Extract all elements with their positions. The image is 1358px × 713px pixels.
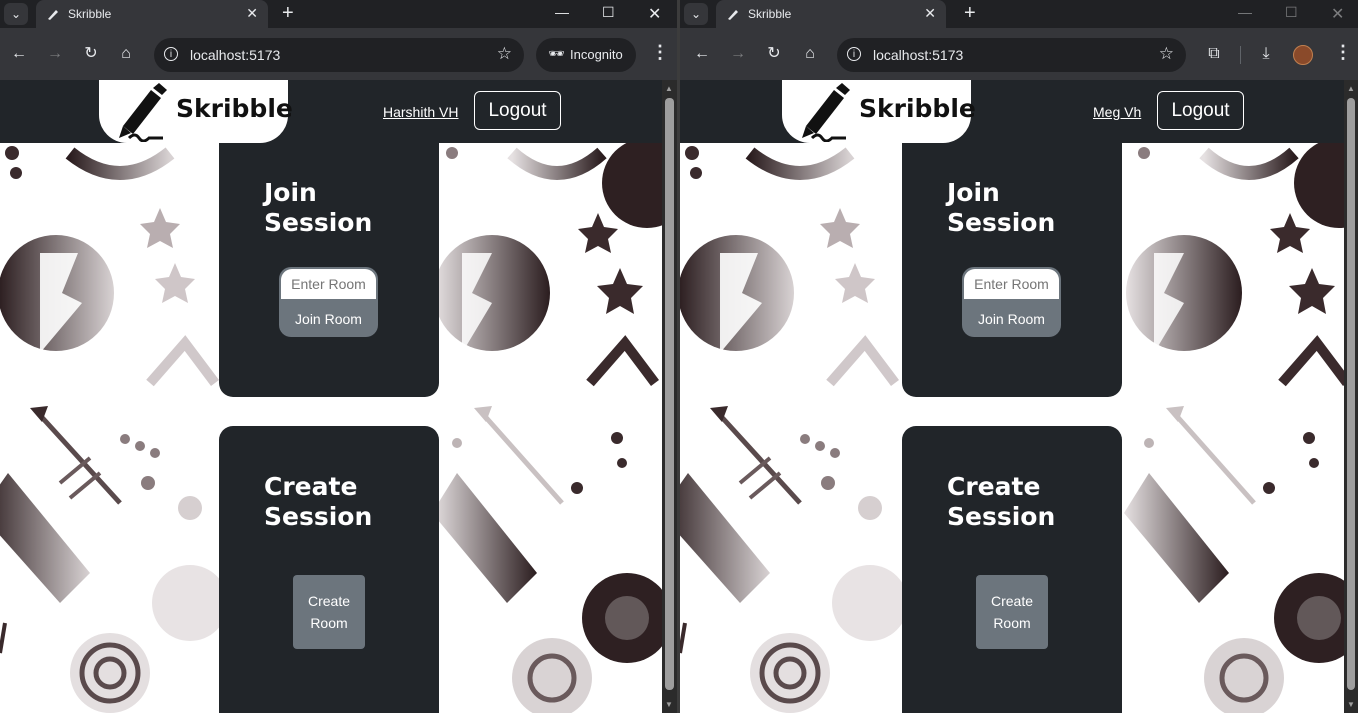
maximize-icon[interactable]: ☐ bbox=[1285, 4, 1298, 21]
tab-bar: ⌄ Skribble ✕ + — ☐ ✕ bbox=[0, 0, 677, 28]
reload-icon[interactable]: ↻ bbox=[764, 44, 784, 64]
room-code-input[interactable] bbox=[964, 269, 1059, 299]
scrollbar-thumb[interactable] bbox=[665, 98, 674, 690]
join-room-group: Join Room bbox=[279, 267, 378, 337]
browser-toolbar: ← → ↻ ⌂ i localhost:5173 ☆ ⧉ ⤓ ⋮ bbox=[680, 28, 1358, 80]
create-title-line1: Create bbox=[947, 472, 1041, 501]
minimize-icon[interactable]: — bbox=[1238, 4, 1252, 20]
scroll-down-icon[interactable]: ▼ bbox=[665, 700, 673, 709]
join-title-line1: Join bbox=[264, 178, 317, 207]
scrollbar-thumb[interactable] bbox=[1347, 98, 1355, 690]
forward-icon[interactable]: → bbox=[45, 44, 65, 64]
create-button-line1: Create bbox=[990, 593, 1034, 609]
tab-title: Skribble bbox=[748, 7, 792, 21]
profile-avatar[interactable] bbox=[1293, 45, 1313, 65]
address-bar[interactable]: i localhost:5173 ☆ bbox=[154, 38, 524, 72]
username-link[interactable]: Harshith VH bbox=[383, 104, 458, 120]
menu-kebab-icon[interactable]: ⋮ bbox=[1334, 42, 1352, 63]
reload-icon[interactable]: ↻ bbox=[81, 44, 101, 64]
tab-skribble[interactable]: Skribble ✕ bbox=[36, 0, 268, 28]
site-info-icon[interactable]: i bbox=[847, 47, 861, 61]
tab-menu-icon[interactable]: ⌄ bbox=[4, 3, 28, 25]
join-room-group: Join Room bbox=[962, 267, 1061, 337]
create-room-button[interactable]: Create Room bbox=[976, 575, 1048, 649]
create-session-title: Create Session bbox=[264, 472, 372, 532]
username-link[interactable]: Meg Vh bbox=[1093, 104, 1141, 120]
tab-menu-icon[interactable]: ⌄ bbox=[684, 3, 708, 25]
create-title-line2: Session bbox=[264, 502, 373, 531]
incognito-badge[interactable]: 🕶 Incognito bbox=[536, 38, 636, 72]
incognito-icon: 🕶 bbox=[548, 46, 565, 61]
scroll-up-icon[interactable]: ▲ bbox=[665, 84, 673, 93]
browser-window-right: ⌄ Skribble ✕ + — ☐ ✕ ← → ↻ ⌂ i localhost… bbox=[680, 0, 1358, 713]
address-bar[interactable]: i localhost:5173 ☆ bbox=[837, 38, 1186, 72]
create-button-line2: Room bbox=[993, 615, 1031, 631]
menu-kebab-icon[interactable]: ⋮ bbox=[651, 42, 669, 63]
pen-logo-icon bbox=[119, 83, 167, 142]
create-session-card: Create Session Create Room bbox=[219, 426, 439, 713]
join-session-title: Join Session bbox=[947, 178, 1055, 238]
bookmark-star-icon[interactable]: ☆ bbox=[497, 44, 512, 64]
site-info-icon[interactable]: i bbox=[164, 47, 178, 61]
url-text: localhost:5173 bbox=[873, 47, 964, 63]
minimize-icon[interactable]: — bbox=[555, 4, 569, 20]
back-icon[interactable]: ← bbox=[9, 44, 29, 64]
scroll-down-icon[interactable]: ▼ bbox=[1347, 700, 1355, 709]
web-page: Skribble Harshith VH Logout Join Session … bbox=[0, 80, 662, 713]
join-room-button[interactable]: Join Room bbox=[962, 301, 1061, 337]
create-session-title: Create Session bbox=[947, 472, 1055, 532]
maximize-icon[interactable]: ☐ bbox=[602, 4, 615, 21]
join-session-card: JoinSession Join Room bbox=[902, 143, 1122, 397]
join-session-card: JoinSession Join Room bbox=[219, 143, 439, 397]
toolbar-separator bbox=[1240, 46, 1241, 64]
brand-name: Skribble bbox=[859, 94, 976, 123]
browser-toolbar: ← → ↻ ⌂ i localhost:5173 ☆ 🕶 Incognito ⋮ bbox=[0, 28, 677, 80]
new-tab-icon[interactable]: + bbox=[282, 2, 294, 25]
page-scrollbar[interactable]: ▲ ▼ bbox=[1344, 80, 1358, 713]
back-icon[interactable]: ← bbox=[692, 44, 712, 64]
close-tab-icon[interactable]: ✕ bbox=[246, 5, 258, 22]
forward-icon[interactable]: → bbox=[728, 44, 748, 64]
room-code-input[interactable] bbox=[281, 269, 376, 299]
browser-window-left: ⌄ Skribble ✕ + — ☐ ✕ ← → ↻ ⌂ i localhost… bbox=[0, 0, 677, 713]
pen-logo-icon bbox=[802, 83, 850, 142]
tab-skribble[interactable]: Skribble ✕ bbox=[716, 0, 946, 28]
brand-logo[interactable]: Skribble bbox=[782, 80, 976, 143]
tab-title: Skribble bbox=[68, 7, 112, 21]
join-title-line2: Session bbox=[947, 208, 1056, 237]
bookmark-star-icon[interactable]: ☆ bbox=[1159, 44, 1174, 64]
url-text: localhost:5173 bbox=[190, 47, 281, 63]
create-session-card: Create Session Create Room bbox=[902, 426, 1122, 713]
create-title-line2: Session bbox=[947, 502, 1056, 531]
brand-logo[interactable]: Skribble bbox=[99, 80, 293, 143]
page-scrollbar[interactable]: ▲ ▼ bbox=[662, 80, 677, 713]
create-room-button[interactable]: Create Room bbox=[293, 575, 365, 649]
brand-name: Skribble bbox=[176, 94, 293, 123]
web-page: Skribble Meg Vh Logout JoinSession Join … bbox=[680, 80, 1344, 713]
incognito-label: Incognito bbox=[570, 47, 623, 62]
create-title-line1: Create bbox=[264, 472, 358, 501]
create-button-line1: Create bbox=[307, 593, 351, 609]
app-navbar: Skribble Meg Vh Logout bbox=[680, 80, 1344, 143]
logout-button[interactable]: Logout bbox=[1157, 91, 1244, 130]
join-title-line1: Join bbox=[947, 178, 1000, 207]
join-room-button[interactable]: Join Room bbox=[279, 301, 378, 337]
scroll-up-icon[interactable]: ▲ bbox=[1347, 84, 1355, 93]
create-button-line2: Room bbox=[310, 615, 348, 631]
app-navbar: Skribble Harshith VH Logout bbox=[0, 80, 662, 143]
home-icon[interactable]: ⌂ bbox=[800, 44, 820, 64]
home-icon[interactable]: ⌂ bbox=[116, 44, 136, 64]
extensions-icon[interactable]: ⧉ bbox=[1204, 44, 1224, 64]
tab-bar: ⌄ Skribble ✕ + — ☐ ✕ bbox=[680, 0, 1358, 28]
logout-button[interactable]: Logout bbox=[474, 91, 561, 130]
join-title-line2: Session bbox=[264, 208, 373, 237]
close-window-icon[interactable]: ✕ bbox=[648, 4, 661, 24]
join-session-title: Join Session bbox=[264, 178, 372, 238]
favicon-pen-icon bbox=[48, 10, 58, 20]
favicon-pen-icon bbox=[728, 10, 738, 20]
close-tab-icon[interactable]: ✕ bbox=[924, 5, 936, 22]
close-window-icon[interactable]: ✕ bbox=[1331, 4, 1344, 24]
new-tab-icon[interactable]: + bbox=[964, 2, 976, 25]
download-icon[interactable]: ⤓ bbox=[1256, 44, 1276, 64]
